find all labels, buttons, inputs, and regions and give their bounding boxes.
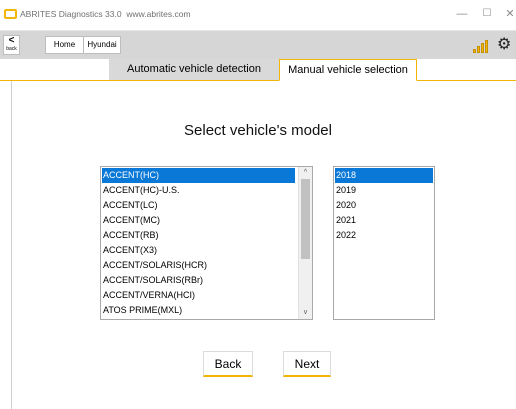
toolbar: < back Home Hyundai ⚙ [0, 31, 516, 59]
year-list[interactable]: 2018 2019 2020 2021 2022 [333, 166, 435, 320]
close-icon[interactable]: ✕ [503, 8, 516, 20]
model-list-scrollbar[interactable]: ^ v [298, 167, 312, 319]
model-list-item[interactable]: ACCENT(RB) [102, 228, 295, 243]
signal-strength-icon [473, 39, 493, 53]
title-bar: ABRITES Diagnostics 33.0 www.abrites.com… [0, 0, 516, 31]
tab-bar: Automatic vehicle detection Manual vehic… [0, 59, 516, 81]
tab-automatic-detection[interactable]: Automatic vehicle detection [109, 59, 279, 80]
page-heading: Select vehicle's model [184, 122, 332, 139]
model-list-item[interactable]: ACCENT(HC)-U.S. [102, 183, 295, 198]
home-button[interactable]: Home [45, 36, 84, 54]
next-button[interactable]: Next [283, 351, 331, 377]
year-list-item-selected[interactable]: 2018 [335, 168, 433, 183]
model-list-item-selected[interactable]: ACCENT(HC) [102, 168, 295, 183]
model-list-item[interactable]: ACCENT/VERNA(HCI) [102, 288, 295, 303]
brand-breadcrumb-button[interactable]: Hyundai [83, 36, 121, 54]
app-logo-icon [4, 9, 17, 19]
year-list-item[interactable]: 2019 [335, 183, 433, 198]
model-list-item[interactable]: ACCENT/SOLARIS(HCR) [102, 258, 295, 273]
minimize-icon[interactable]: — [455, 8, 469, 20]
gear-icon[interactable]: ⚙ [497, 36, 511, 54]
year-list-item[interactable]: 2022 [335, 228, 433, 243]
window-url: www.abrites.com [126, 9, 191, 19]
year-list-item[interactable]: 2021 [335, 213, 433, 228]
tab-manual-selection[interactable]: Manual vehicle selection [279, 59, 417, 81]
model-list-item[interactable]: ATOS PRIME(MXL) [102, 303, 295, 318]
scroll-up-icon[interactable]: ^ [299, 168, 312, 178]
back-action-button[interactable]: Back [203, 351, 253, 377]
maximize-icon[interactable]: ☐ [480, 8, 494, 20]
model-list-item[interactable]: ACCENT(X3) [102, 243, 295, 258]
year-list-item[interactable]: 2020 [335, 198, 433, 213]
scroll-down-icon[interactable]: v [299, 308, 312, 318]
model-list-item[interactable]: ACCENT(LC) [102, 198, 295, 213]
model-list[interactable]: ACCENT(HC) ACCENT(HC)-U.S. ACCENT(LC) AC… [100, 166, 313, 320]
window-title: ABRITES Diagnostics 33.0 www.abrites.com [20, 9, 191, 19]
back-button-label: back [6, 46, 17, 52]
model-list-item[interactable]: ACCENT(MC) [102, 213, 295, 228]
back-button[interactable]: < back [3, 35, 20, 55]
model-list-item[interactable]: ACCENT/SOLARIS(RBr) [102, 273, 295, 288]
scrollbar-thumb[interactable] [301, 179, 310, 259]
